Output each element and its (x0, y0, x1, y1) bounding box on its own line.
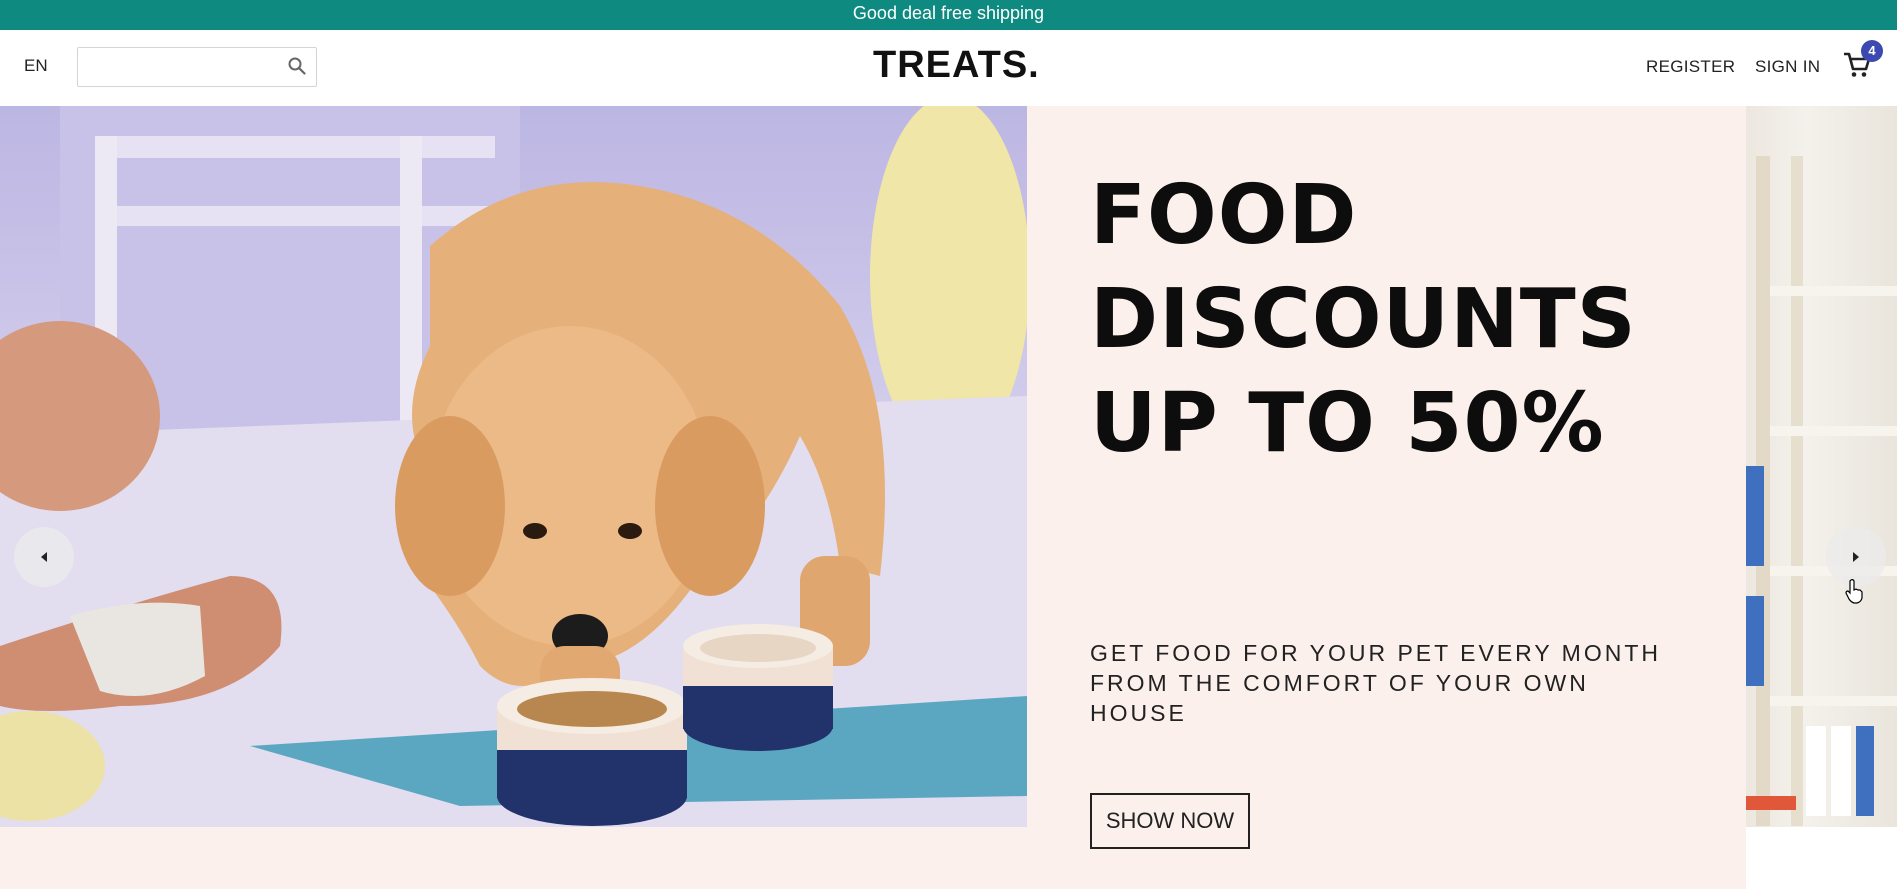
subline-line: GET FOOD FOR YOUR PET EVERY MONTH (1090, 640, 1662, 666)
promo-banner: Good deal free shipping (0, 0, 1897, 30)
search-input[interactable] (84, 52, 278, 82)
headline-line: FOOD (1090, 168, 1358, 263)
carousel-prev-button[interactable] (14, 527, 74, 587)
site-logo[interactable]: TREATS. (873, 44, 1040, 87)
headline-line: DISCOUNTS (1090, 272, 1637, 367)
hero-subheadline: GET FOOD FOR YOUR PET EVERY MONTH FROM T… (1090, 638, 1690, 728)
hero-image (0, 106, 1027, 827)
next-slide-preview (1746, 106, 1897, 827)
register-link[interactable]: REGISTER (1646, 57, 1735, 77)
headline-line: UP TO 50% (1090, 376, 1605, 471)
search-box (77, 47, 317, 87)
show-now-button[interactable]: SHOW NOW (1090, 793, 1250, 849)
hand-cursor-icon (1845, 578, 1865, 609)
page-background-strip (1746, 827, 1897, 889)
site-header: EN TREATS. REGISTER SIGN IN 4 (0, 30, 1897, 106)
hero-bottom-area (0, 827, 1027, 889)
cart-count-badge: 4 (1861, 40, 1883, 62)
subline-line: FROM THE COMFORT OF YOUR OWN (1090, 670, 1589, 696)
subline-line: HOUSE (1090, 700, 1187, 726)
sign-in-link[interactable]: SIGN IN (1755, 57, 1820, 77)
chevron-left-icon (41, 552, 47, 562)
hero-headline: FOOD DISCOUNTS UP TO 50% (1090, 164, 1690, 476)
chevron-right-icon (1853, 552, 1859, 562)
language-selector[interactable]: EN (24, 56, 48, 76)
search-icon[interactable] (288, 57, 306, 80)
promo-text: Good deal free shipping (852, 3, 1045, 23)
